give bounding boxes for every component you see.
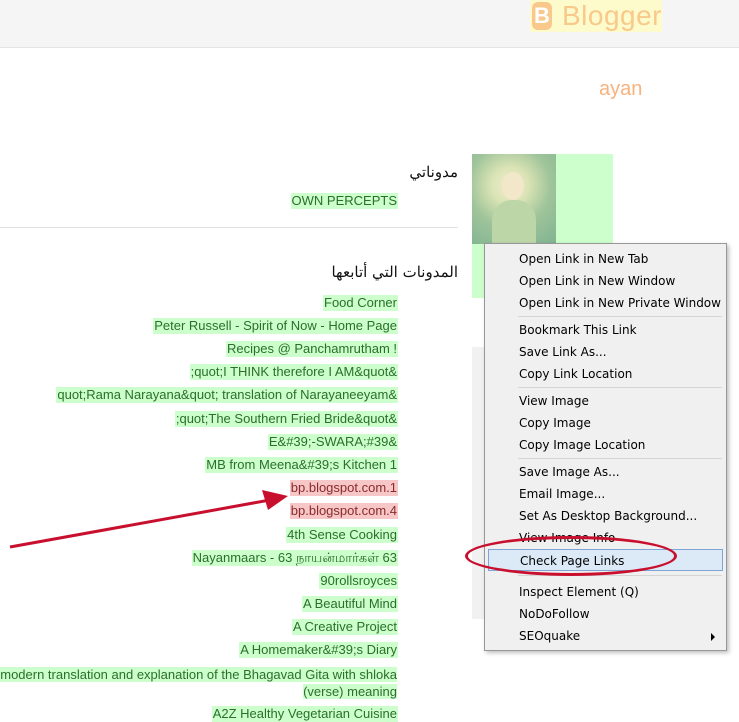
annotation-arrow-icon (9, 490, 288, 549)
